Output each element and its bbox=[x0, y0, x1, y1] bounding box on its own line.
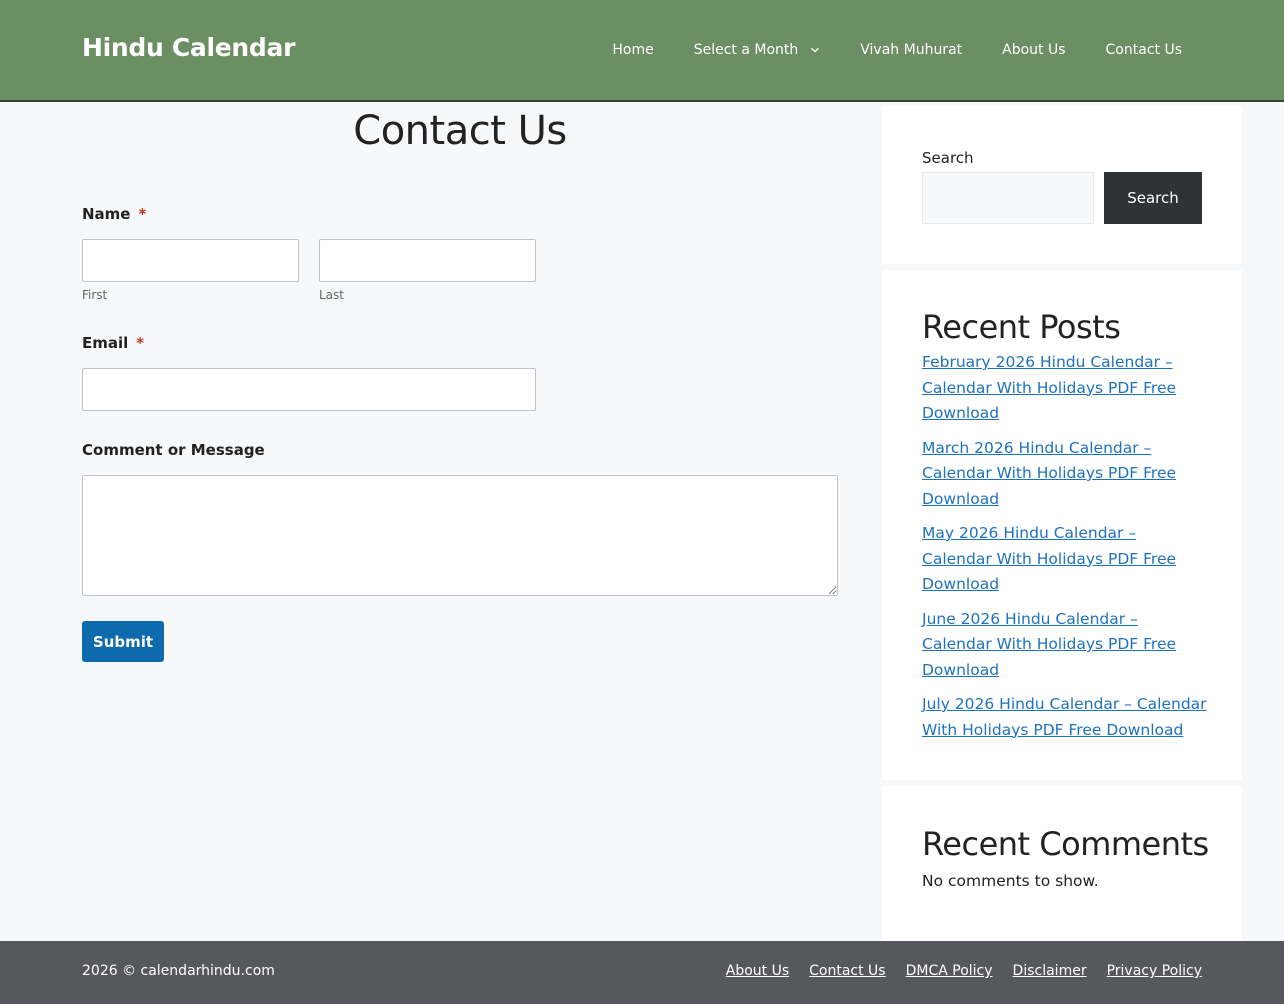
recent-post-link[interactable]: May 2026 Hindu Calendar – Calendar With … bbox=[922, 524, 1176, 593]
main-nav: Home Select a Month Vivah Muhurat About … bbox=[592, 0, 1182, 100]
list-item: February 2026 Hindu Calendar – Calendar … bbox=[922, 350, 1207, 427]
recent-posts-list: February 2026 Hindu Calendar – Calendar … bbox=[922, 350, 1207, 752]
search-input[interactable] bbox=[922, 172, 1094, 224]
no-comments-text: No comments to show. bbox=[922, 872, 1099, 890]
footer-link-about-us[interactable]: About Us bbox=[726, 963, 789, 979]
recent-post-link[interactable]: March 2026 Hindu Calendar – Calendar Wit… bbox=[922, 439, 1176, 508]
email-label: Email * bbox=[82, 334, 144, 352]
list-item: May 2026 Hindu Calendar – Calendar With … bbox=[922, 521, 1207, 598]
first-sublabel: First bbox=[82, 288, 108, 302]
chevron-down-icon bbox=[811, 47, 820, 53]
nav-label: Home bbox=[612, 42, 654, 58]
recent-post-link[interactable]: February 2026 Hindu Calendar – Calendar … bbox=[922, 353, 1176, 422]
footer-link-contact-us[interactable]: Contact Us bbox=[809, 963, 885, 979]
recent-comments-title: Recent Comments bbox=[922, 825, 1209, 863]
search-widget: Search Search bbox=[882, 106, 1242, 264]
list-item: July 2026 Hindu Calendar – Calendar With… bbox=[922, 692, 1207, 743]
footer-link-disclaimer[interactable]: Disclaimer bbox=[1013, 963, 1087, 979]
footer-link-dmca-policy[interactable]: DMCA Policy bbox=[906, 963, 993, 979]
last-sublabel: Last bbox=[319, 288, 344, 302]
recent-post-link[interactable]: July 2026 Hindu Calendar – Calendar With… bbox=[922, 695, 1207, 739]
nav-item-select-month[interactable]: Select a Month bbox=[674, 42, 841, 58]
recent-posts-widget: Recent Posts February 2026 Hindu Calenda… bbox=[882, 270, 1242, 780]
search-button[interactable]: Search bbox=[1104, 172, 1202, 224]
footer-link-privacy-policy[interactable]: Privacy Policy bbox=[1107, 963, 1202, 979]
nav-item-about-us[interactable]: About Us bbox=[982, 42, 1085, 58]
recent-post-link[interactable]: June 2026 Hindu Calendar – Calendar With… bbox=[922, 610, 1176, 679]
copyright: 2026 © calendarhindu.com bbox=[82, 963, 275, 979]
nav-item-vivah-muhurat[interactable]: Vivah Muhurat bbox=[840, 42, 982, 58]
site-title[interactable]: Hindu Calendar bbox=[82, 33, 295, 62]
site-footer: 2026 © calendarhindu.com About Us Contac… bbox=[0, 941, 1284, 1004]
name-label: Name * bbox=[82, 205, 146, 223]
recent-posts-title: Recent Posts bbox=[922, 308, 1121, 346]
message-textarea[interactable] bbox=[82, 475, 838, 596]
first-name-input[interactable] bbox=[82, 239, 299, 282]
nav-item-home[interactable]: Home bbox=[592, 42, 673, 58]
footer-links: About Us Contact Us DMCA Policy Disclaim… bbox=[706, 963, 1202, 979]
name-label-text: Name bbox=[82, 205, 131, 223]
recent-comments-widget: Recent Comments No comments to show. bbox=[882, 786, 1242, 941]
email-label-text: Email bbox=[82, 334, 129, 352]
nav-label: Select a Month bbox=[693, 42, 799, 58]
page-title: Contact Us bbox=[353, 108, 567, 154]
list-item: June 2026 Hindu Calendar – Calendar With… bbox=[922, 607, 1207, 684]
last-name-input[interactable] bbox=[319, 239, 536, 282]
email-input[interactable] bbox=[82, 368, 536, 411]
site-header: Hindu Calendar Home Select a Month Vivah… bbox=[0, 0, 1284, 102]
nav-label: About Us bbox=[1002, 42, 1066, 58]
submit-button[interactable]: Submit bbox=[82, 621, 164, 662]
nav-label: Vivah Muhurat bbox=[860, 42, 963, 58]
required-mark: * bbox=[138, 205, 147, 223]
list-item: March 2026 Hindu Calendar – Calendar Wit… bbox=[922, 436, 1207, 513]
nav-label: Contact Us bbox=[1105, 42, 1182, 58]
search-label: Search bbox=[922, 149, 974, 167]
required-mark: * bbox=[136, 334, 145, 352]
nav-item-contact-us[interactable]: Contact Us bbox=[1086, 42, 1182, 58]
message-label: Comment or Message bbox=[82, 441, 265, 459]
